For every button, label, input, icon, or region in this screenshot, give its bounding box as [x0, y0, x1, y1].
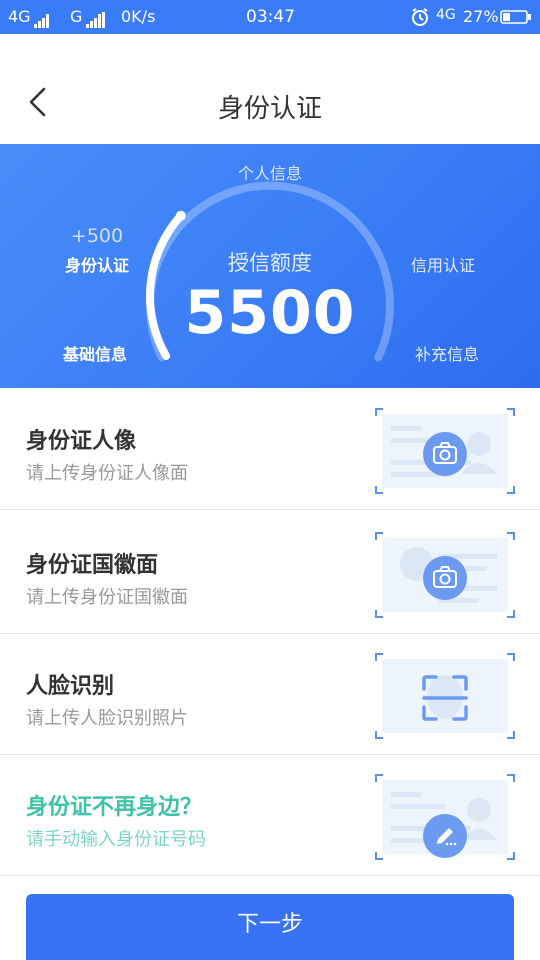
gauge-knob [175, 210, 186, 221]
camera-icon [423, 556, 467, 600]
item-title: 身份证人像 [26, 429, 137, 454]
list-item-face-recognition[interactable]: 人脸识别 请上传人脸识别照片 [0, 634, 540, 755]
network-type-3: 4G [436, 7, 456, 23]
label-personal-info: 个人信息 [237, 164, 302, 183]
item-subtitle: 请上传人脸识别照片 [26, 708, 188, 729]
battery-percent: 27% [463, 7, 499, 26]
label-supplementary-info: 补充信息 [414, 345, 479, 364]
clock: 03:47 [246, 7, 295, 27]
item-subtitle: 请手动输入身份证号码 [26, 829, 206, 850]
label-bonus: +500 [70, 225, 124, 247]
manual-entry-card[interactable] [375, 774, 515, 860]
signal-icon-1 [34, 10, 50, 28]
pencil-icon [423, 814, 467, 858]
camera-icon [423, 432, 467, 476]
credit-banner: 个人信息 +500 身份认证 授信额度 5500 信用认证 基础信息 补充信息 [0, 144, 540, 388]
item-title: 身份证不再身边？ [26, 795, 203, 820]
battery-icon [500, 10, 532, 28]
list-item-id-emblem[interactable]: 身份证国徽面 请上传身份证国徽面 [0, 513, 540, 634]
network-type-1: 4G [8, 7, 31, 26]
network-type-2: G [70, 7, 83, 26]
list-item-id-portrait[interactable]: 身份证人像 请上传身份证人像面 [0, 389, 540, 510]
face-scan-icon [422, 675, 468, 721]
label-credit-auth: 信用认证 [410, 256, 475, 275]
credit-amount: 5500 [184, 278, 356, 348]
list-item-manual-entry[interactable]: 身份证不再身边？ 请手动输入身份证号码 [0, 755, 540, 876]
signal-icon-2 [86, 10, 106, 28]
item-subtitle: 请上传身份证人像面 [26, 463, 188, 484]
label-basic-info: 基础信息 [62, 345, 127, 364]
item-title: 身份证国徽面 [26, 553, 159, 578]
status-bar: 4G G 0K/s 03:47 4G 27% [0, 0, 540, 34]
face-recognition-card[interactable] [375, 653, 515, 739]
item-subtitle: 请上传身份证国徽面 [26, 587, 188, 608]
id-emblem-card[interactable] [375, 532, 515, 618]
nav-header: 身份认证 [0, 34, 540, 144]
id-portrait-card[interactable] [375, 408, 515, 494]
page-title: 身份认证 [217, 94, 322, 124]
next-step-button[interactable]: 下一步 [26, 894, 514, 960]
alarm-icon [410, 7, 430, 31]
net-speed: 0K/s [121, 7, 156, 26]
item-title: 人脸识别 [26, 674, 115, 699]
